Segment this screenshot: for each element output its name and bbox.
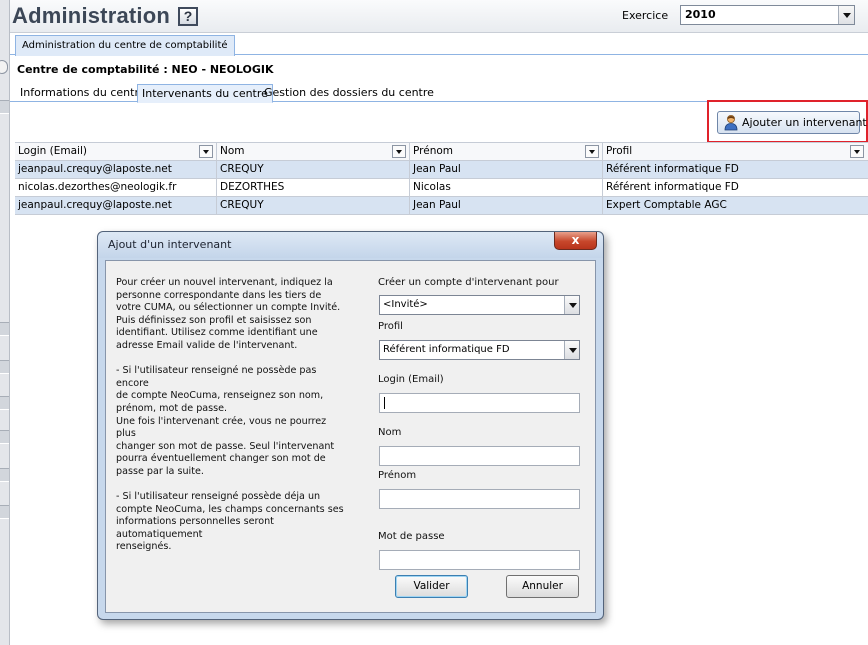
tab-gestion-dossiers[interactable]: Gestion des dossiers du centre (260, 84, 438, 102)
tab-intervenants-centre[interactable]: Intervenants du centre (137, 84, 273, 103)
strip-notch (0, 505, 9, 519)
chevron-down-icon[interactable] (392, 145, 406, 158)
column-header-prenom[interactable]: Prénom (410, 143, 603, 161)
table-row[interactable]: jeanpaul.crequy@laposte.net CREQUY Jean … (15, 197, 868, 215)
password-label: Mot de passe (378, 531, 445, 542)
exercice-value: 2010 (685, 8, 716, 21)
add-intervenant-button[interactable]: Ajouter un intervenant (717, 111, 867, 134)
strip-notch (0, 468, 9, 482)
column-header-profil[interactable]: Profil (603, 143, 868, 161)
column-header-label: Prénom (413, 145, 454, 157)
strip-notch (0, 396, 9, 410)
main-tab-bar: Administration du centre de comptabilité (10, 34, 868, 56)
dialog-title: Ajout d'un intervenant (108, 238, 232, 251)
dialog-titlebar[interactable]: Ajout d'un intervenant x (98, 232, 603, 258)
password-field[interactable] (379, 550, 580, 570)
cell-prenom: Jean Paul (410, 197, 603, 215)
account-label: Créer un compte d'intervenant pour (378, 277, 559, 288)
column-header-label: Login (Email) (18, 145, 87, 157)
profil-select[interactable]: Référent informatique FD (379, 340, 580, 360)
prenom-field[interactable] (379, 489, 580, 509)
prenom-label: Prénom (378, 470, 417, 481)
chevron-down-icon[interactable] (838, 6, 854, 24)
profil-select-value: Référent informatique FD (383, 344, 510, 355)
account-select-value: <Invité> (383, 299, 428, 310)
cell-login: nicolas.dezorthes@neologik.fr (15, 179, 217, 197)
cell-nom: DEZORTHES (217, 179, 410, 197)
cell-profil: Référent informatique FD (606, 163, 739, 175)
cell-login: jeanpaul.crequy@laposte.net (15, 161, 217, 179)
column-header-label: Nom (220, 145, 245, 157)
tab-informations-centre[interactable]: Informations du centre (16, 84, 151, 102)
text-caret (384, 397, 385, 409)
chevron-down-icon[interactable] (850, 145, 864, 158)
cell-nom: CREQUY (217, 197, 410, 215)
page-title: Administration (12, 3, 171, 28)
profil-label: Profil (378, 321, 403, 332)
login-email-field[interactable] (379, 393, 580, 413)
exercice-label: Exercice (622, 9, 669, 22)
exercice-select[interactable]: 2010 (680, 5, 855, 25)
login-label: Login (Email) (378, 374, 444, 385)
cell-profil: Référent informatique FD (606, 181, 739, 193)
cell-prenom: Jean Paul (410, 161, 603, 179)
chevron-down-icon[interactable] (564, 296, 579, 314)
add-intervenant-dialog: Ajout d'un intervenant x Pour créer un n… (97, 231, 604, 620)
cell-nom: CREQUY (217, 161, 410, 179)
left-panel-strip (0, 0, 10, 645)
table-header-row: Login (Email) Nom Prénom Profil (15, 143, 868, 161)
nom-label: Nom (378, 427, 402, 438)
column-header-label: Profil (606, 145, 633, 157)
close-icon[interactable]: x (554, 232, 597, 250)
app-header: Administration ? Exercice 2010 (10, 0, 868, 33)
chevron-down-icon[interactable] (199, 145, 213, 158)
cancel-button[interactable]: Annuler (506, 575, 579, 598)
account-select[interactable]: <Invité> (379, 295, 580, 315)
cell-login: jeanpaul.crequy@laposte.net (15, 197, 217, 215)
tab-administration-centre[interactable]: Administration du centre de comptabilité (15, 35, 235, 56)
strip-notch (0, 100, 9, 114)
chevron-down-icon[interactable] (564, 341, 579, 359)
validate-button[interactable]: Valider (395, 575, 468, 598)
table-row[interactable]: nicolas.dezorthes@neologik.fr DEZORTHES … (15, 179, 868, 197)
add-intervenant-label: Ajouter un intervenant (742, 116, 867, 129)
dialog-body: Pour créer un nouvel intervenant, indiqu… (105, 260, 596, 613)
help-icon[interactable]: ? (178, 7, 198, 26)
chevron-down-icon[interactable] (585, 145, 599, 158)
cell-prenom: Nicolas (410, 179, 603, 197)
strip-notch (0, 360, 9, 374)
table-row[interactable]: jeanpaul.crequy@laposte.net CREQUY Jean … (15, 161, 868, 179)
strip-notch (0, 322, 9, 336)
dialog-help-text: Pour créer un nouvel intervenant, indiqu… (116, 277, 344, 553)
centre-title: Centre de comptabilité : NEO - NEOLOGIK (17, 63, 274, 76)
cell-profil: Expert Comptable AGC (606, 199, 727, 211)
person-icon (724, 115, 738, 131)
nom-field[interactable] (379, 446, 580, 466)
strip-notch (0, 430, 9, 444)
column-header-nom[interactable]: Nom (217, 143, 410, 161)
intervenants-table: Login (Email) Nom Prénom Profil jeanpaul… (15, 142, 868, 215)
column-header-login[interactable]: Login (Email) (15, 143, 217, 161)
